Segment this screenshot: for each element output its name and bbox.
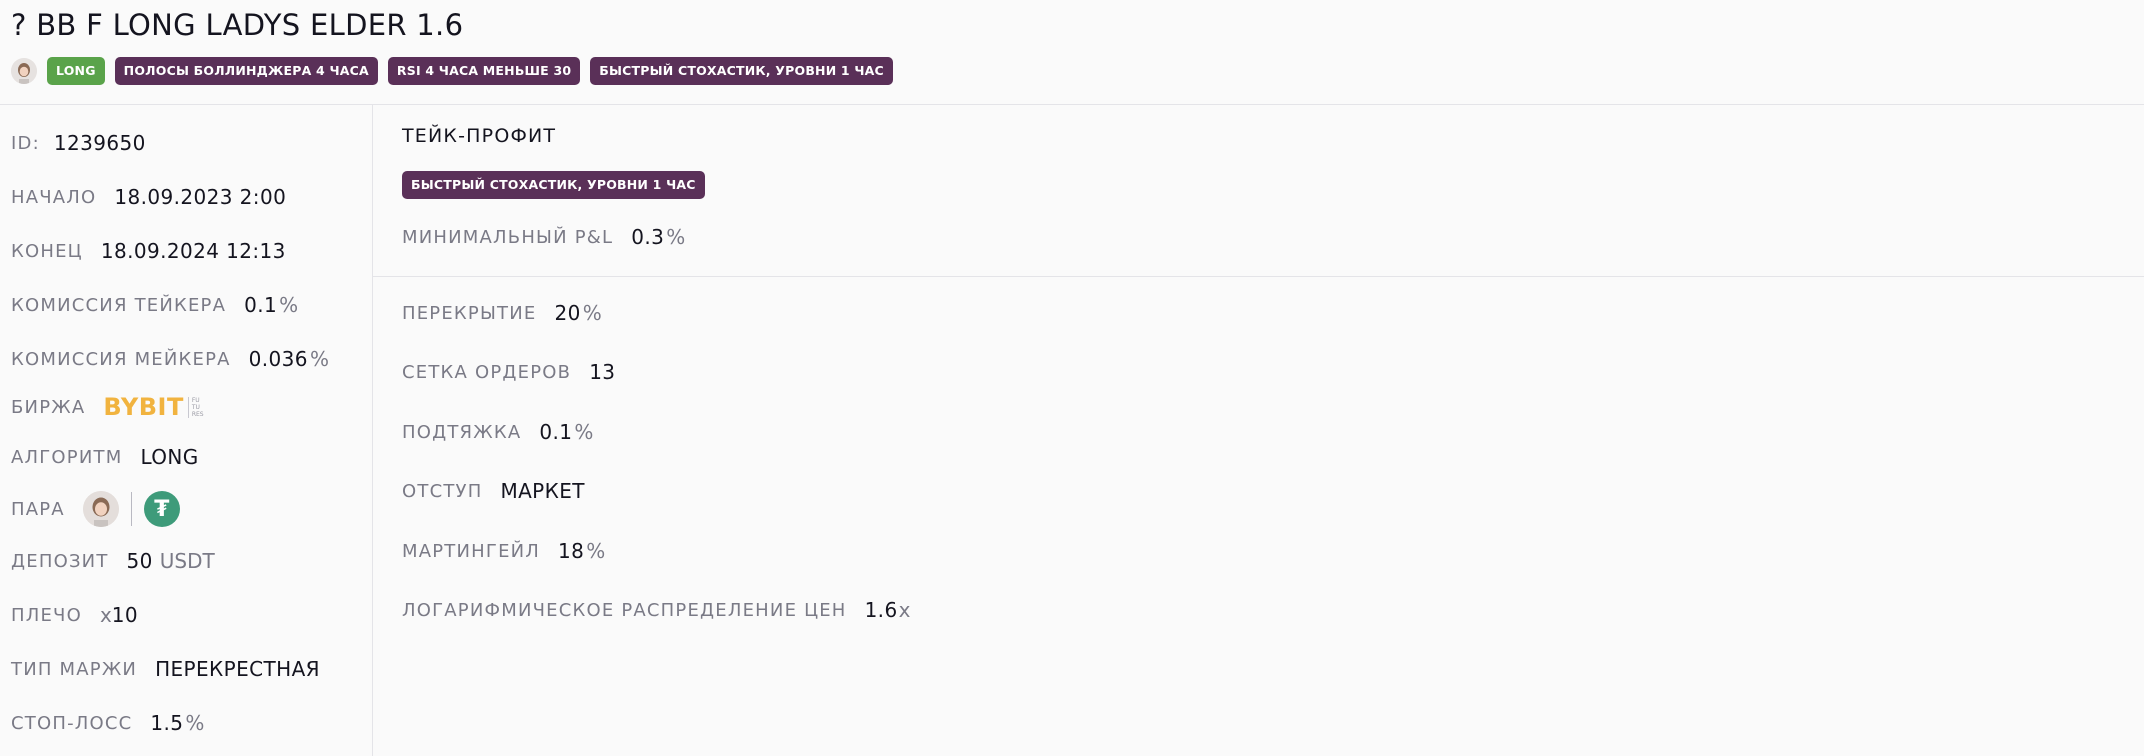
tag-rsi: RSI 4 ЧАСА МЕНЬШЕ 30: [387, 57, 581, 85]
stop-loss-label: СТОП-ЛОСС: [11, 712, 133, 734]
algorithm-row: АЛГОРИТМ LONG: [11, 445, 199, 469]
maker-fee-unit: %: [309, 347, 329, 371]
order-grid-value: 13: [589, 360, 616, 384]
usdt-coin-icon: ₮: [143, 491, 180, 527]
deposit-value: 50: [126, 549, 153, 573]
leverage-label: ПЛЕЧО: [11, 604, 82, 626]
base-coin-icon: [82, 491, 119, 527]
deposit-label: ДЕПОЗИТ: [11, 550, 109, 572]
log-distribution-label: ЛОГАРИФМИЧЕСКОЕ РАСПРЕДЕЛЕНИЕ ЦЕН: [402, 599, 847, 621]
maker-fee-value: 0.036: [248, 347, 308, 371]
take-profit-tag: БЫСТРЫЙ СТОХАСТИК, УРОВНИ 1 ЧАС: [402, 171, 705, 199]
start-label: НАЧАЛО: [11, 186, 97, 208]
tag-long: LONG: [47, 57, 105, 85]
exchange-row: БИРЖА BYBIT FU TU RES: [11, 393, 206, 421]
end-value: 18.09.2024 12:13: [100, 239, 286, 263]
martingale-row: МАРТИНГЕЙЛ 18 %: [402, 539, 605, 563]
pair-label: ПАРА: [11, 498, 65, 520]
pullup-unit: %: [574, 420, 594, 444]
bot-params-panel: ID: 1239650 НАЧАЛО 18.09.2023 2:00 КОНЕЦ…: [0, 105, 373, 756]
min-pnl-row: МИНИМАЛЬНЫЙ P&L 0.3 %: [402, 225, 685, 249]
margin-type-row: ТИП МАРЖИ ПЕРЕКРЕСТНАЯ: [11, 657, 320, 681]
stop-loss-value: 1.5: [150, 711, 184, 735]
stop-loss-unit: %: [185, 711, 205, 735]
pair-row: ПАРА ₮: [11, 491, 180, 527]
grid-settings-section: ПЕРЕКРЫТИЕ 20 % СЕТКА ОРДЕРОВ 13 ПОДТЯЖК…: [373, 277, 2144, 756]
taker-fee-value: 0.1: [244, 293, 278, 317]
maker-fee-label: КОМИССИЯ МЕЙКЕРА: [11, 348, 231, 370]
bybit-logo-sub: FU TU RES: [187, 396, 206, 418]
id-row: ID: 1239650: [11, 131, 146, 155]
tag-bollinger: ПОЛОСЫ БОЛЛИНДЖЕРА 4 ЧАСА: [114, 57, 378, 85]
exchange-label: БИРЖА: [11, 396, 86, 418]
maker-fee-row: КОМИССИЯ МЕЙКЕРА 0.036 %: [11, 347, 329, 371]
margin-type-label: ТИП МАРЖИ: [11, 658, 138, 680]
take-profit-tag-row: БЫСТРЫЙ СТОХАСТИК, УРОВНИ 1 ЧАС: [402, 171, 705, 199]
leverage-row: ПЛЕЧО x 10: [11, 603, 138, 627]
tags-row: LONG ПОЛОСЫ БОЛЛИНДЖЕРА 4 ЧАСА RSI 4 ЧАС…: [11, 57, 893, 85]
id-value: 1239650: [53, 131, 146, 155]
pullup-value: 0.1: [539, 420, 573, 444]
algorithm-label: АЛГОРИТМ: [11, 446, 123, 468]
end-row: КОНЕЦ 18.09.2024 12:13: [11, 239, 286, 263]
bybit-logo-text: BYBIT: [103, 393, 184, 421]
log-distribution-unit: x: [898, 598, 911, 622]
bot-header: ? BB F LONG LADYS ELDER 1.6 LONG ПОЛОСЫ …: [0, 0, 2144, 105]
min-pnl-value: 0.3: [631, 225, 665, 249]
end-label: КОНЕЦ: [11, 240, 83, 262]
pair-divider: [130, 492, 132, 526]
martingale-label: МАРТИНГЕЙЛ: [402, 540, 541, 562]
id-label: ID:: [11, 132, 40, 154]
taker-fee-label: КОМИССИЯ ТЕЙКЕРА: [11, 294, 227, 316]
indent-value: МАРКЕТ: [500, 479, 585, 503]
indent-row: ОТСТУП МАРКЕТ: [402, 479, 585, 503]
leverage-prefix: x: [99, 603, 112, 627]
log-distribution-row: ЛОГАРИФМИЧЕСКОЕ РАСПРЕДЕЛЕНИЕ ЦЕН 1.6 x: [402, 598, 910, 622]
deposit-row: ДЕПОЗИТ 50 USDT: [11, 549, 215, 573]
take-profit-title: ТЕЙК-ПРОФИТ: [402, 125, 557, 147]
order-grid-label: СЕТКА ОРДЕРОВ: [402, 361, 572, 383]
tag-stochastic: БЫСТРЫЙ СТОХАСТИК, УРОВНИ 1 ЧАС: [590, 57, 893, 85]
overlap-label: ПЕРЕКРЫТИЕ: [402, 302, 537, 324]
pullup-row: ПОДТЯЖКА 0.1 %: [402, 420, 593, 444]
leverage-value: 10: [111, 603, 139, 627]
page-title: ? BB F LONG LADYS ELDER 1.6: [11, 8, 464, 42]
stop-loss-row: СТОП-ЛОСС 1.5 %: [11, 711, 204, 735]
margin-type-value: ПЕРЕКРЕСТНАЯ: [155, 657, 320, 681]
pullup-label: ПОДТЯЖКА: [402, 421, 522, 443]
overlap-row: ПЕРЕКРЫТИЕ 20 %: [402, 301, 602, 325]
deposit-unit: USDT: [159, 549, 215, 573]
min-pnl-label: МИНИМАЛЬНЫЙ P&L: [402, 226, 614, 248]
taker-fee-row: КОМИССИЯ ТЕЙКЕРА 0.1 %: [11, 293, 298, 317]
order-grid-row: СЕТКА ОРДЕРОВ 13: [402, 360, 615, 384]
martingale-value: 18: [558, 539, 585, 563]
start-value: 18.09.2023 2:00: [114, 185, 287, 209]
min-pnl-unit: %: [666, 225, 686, 249]
coin-avatar-icon: [11, 58, 37, 84]
overlap-unit: %: [582, 301, 602, 325]
bybit-logo-icon: BYBIT FU TU RES: [103, 393, 205, 421]
overlap-value: 20: [554, 301, 581, 325]
algorithm-value: LONG: [140, 445, 199, 469]
taker-fee-unit: %: [279, 293, 299, 317]
log-distribution-value: 1.6: [864, 598, 898, 622]
take-profit-section: ТЕЙК-ПРОФИТ БЫСТРЫЙ СТОХАСТИК, УРОВНИ 1 …: [373, 105, 2144, 277]
start-row: НАЧАЛО 18.09.2023 2:00: [11, 185, 286, 209]
indent-label: ОТСТУП: [402, 480, 483, 502]
martingale-unit: %: [586, 539, 606, 563]
